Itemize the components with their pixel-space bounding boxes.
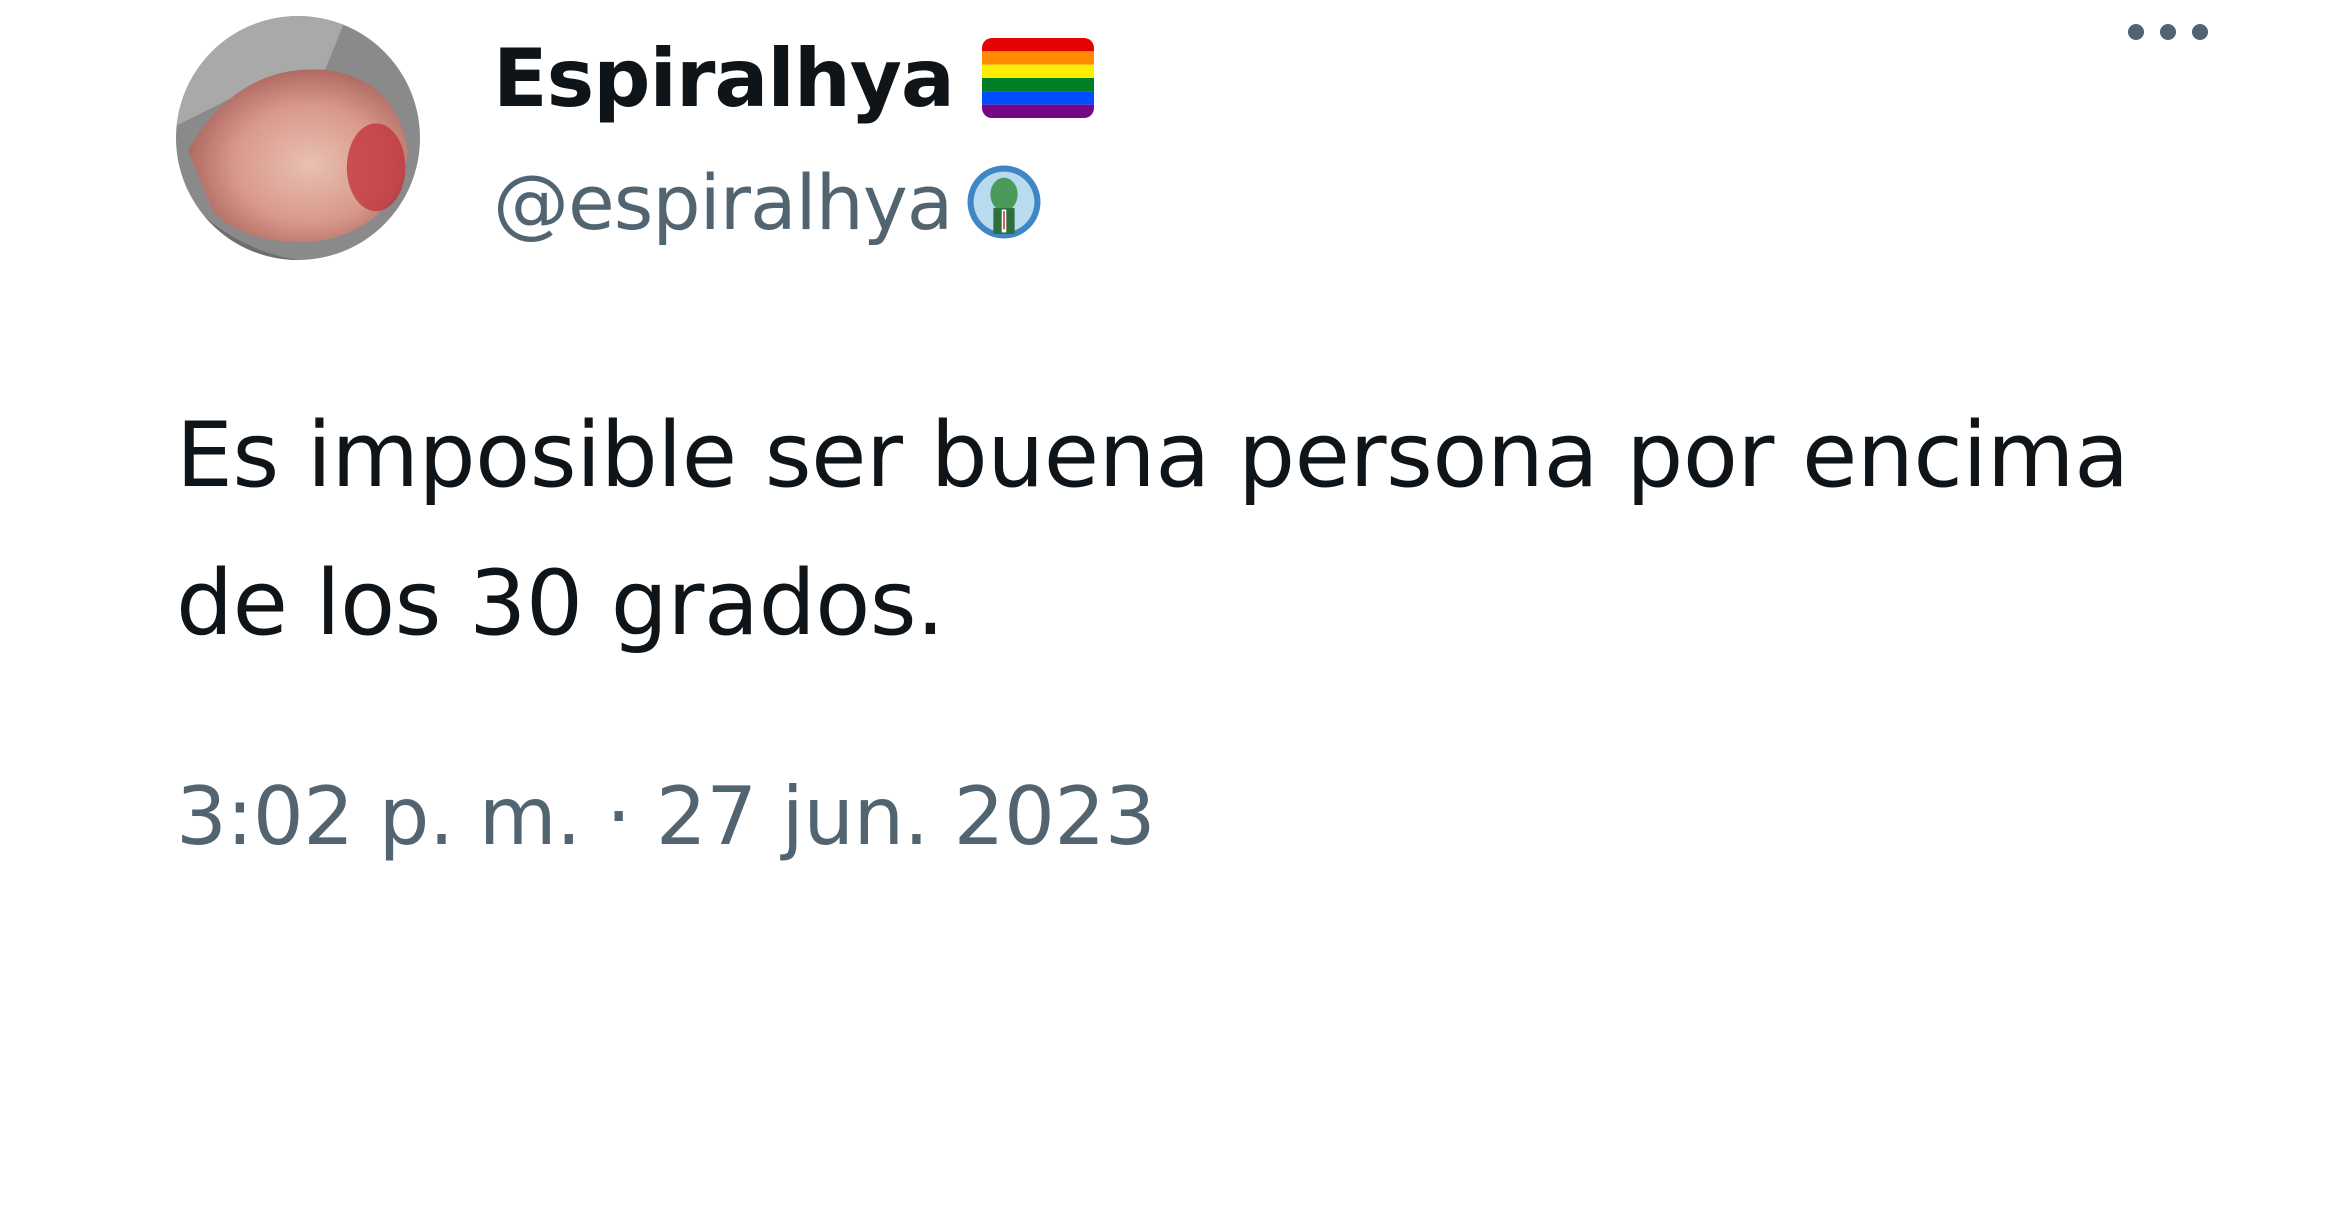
avatar-image [176,16,420,260]
author-handle[interactable]: @espiralhya [493,158,953,247]
avatar[interactable] [176,16,420,260]
more-options-icon[interactable] [2118,6,2218,58]
rainbow-flag-icon [981,38,1094,118]
author-name-row: Espiralhya [493,28,1094,128]
globe-avatar-badge-icon [966,164,1042,240]
tweet-card: Espiralhya @espiralhya Es imposible ser … [0,0,2350,1230]
tweet-text: Es imposible ser buena persona por encim… [176,382,2286,678]
tweet-text-line: de los 30 grados. [176,551,945,656]
tweet-timestamp[interactable]: 3:02 p. m. · 27 jun. 2023 [176,770,1156,863]
tweet-text-line: Es imposible ser buena persona por encim… [176,403,2129,508]
author-display-name[interactable]: Espiralhya [493,32,955,125]
author-handle-row: @espiralhya [493,152,1042,252]
